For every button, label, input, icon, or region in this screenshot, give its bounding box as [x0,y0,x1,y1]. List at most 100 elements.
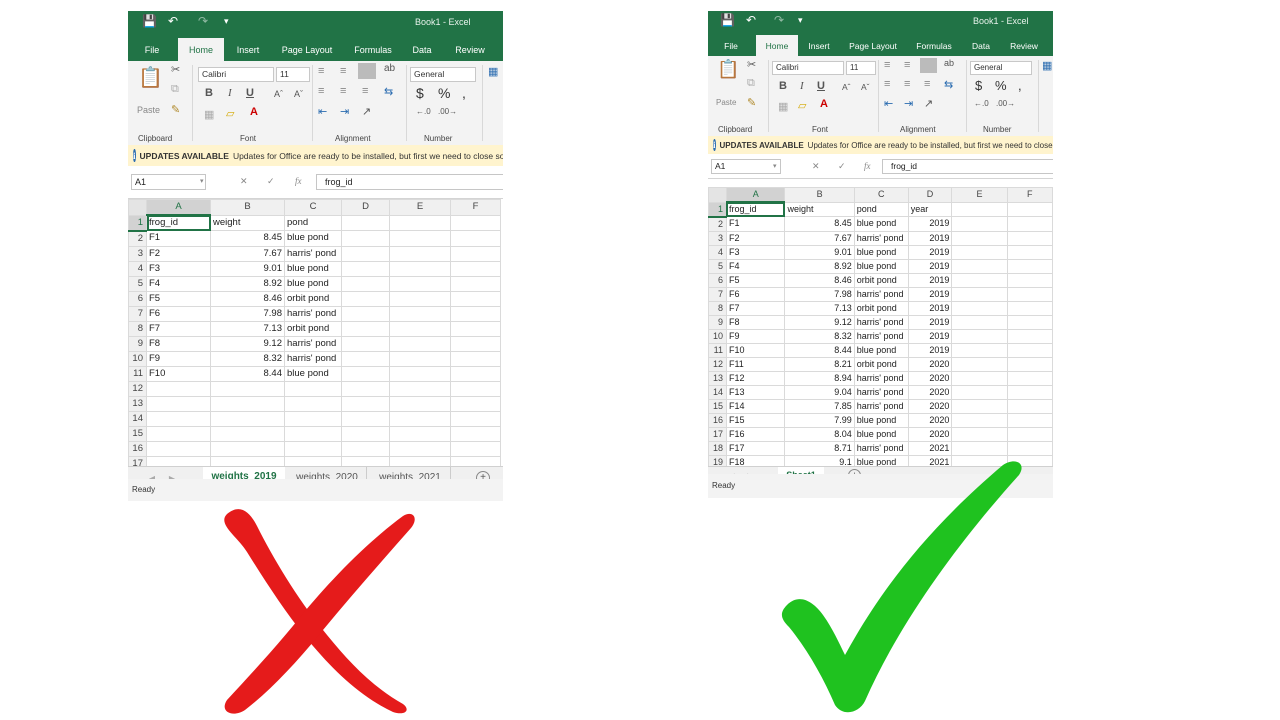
cell[interactable]: F11 [725,356,786,372]
cell[interactable] [341,290,390,307]
orientation-icon[interactable]: ↗ [924,97,933,110]
align-middle-icon[interactable]: ≡ [340,65,346,77]
cell[interactable] [389,305,451,322]
cell[interactable]: harris' pond [853,328,909,344]
cell[interactable] [389,380,451,397]
cell[interactable]: 2020 [907,384,953,400]
tab-home[interactable]: Home [756,35,798,56]
cell[interactable] [951,272,1008,288]
cell[interactable] [1006,356,1053,372]
cell[interactable] [1006,216,1053,232]
cell[interactable]: 9.04 [784,384,855,400]
undo-icon[interactable]: ↶ [168,14,178,28]
cell[interactable]: F8 [725,314,786,330]
comma-style-icon[interactable]: , [1018,78,1022,93]
cell[interactable]: 8.21 [784,356,855,372]
cell[interactable] [341,410,390,427]
cell[interactable]: blue pond [853,426,909,442]
borders-icon[interactable]: ▦ [778,100,788,113]
cell[interactable]: F9 [146,350,211,367]
cell[interactable] [389,365,451,382]
cell[interactable] [951,258,1008,274]
row-header[interactable]: 2 [128,230,147,247]
cell[interactable] [341,245,390,262]
cell[interactable] [341,335,390,352]
cell[interactable]: harris' pond [284,305,342,322]
row-header[interactable]: 9 [708,314,727,330]
row-header[interactable]: 6 [708,272,727,288]
bold-icon[interactable]: B [779,80,787,92]
comma-style-icon[interactable]: , [462,85,466,101]
cell[interactable]: F4 [146,275,211,292]
cell[interactable]: 2021 [907,440,953,456]
cell[interactable]: harris' pond [284,335,342,352]
percent-icon[interactable]: % [995,78,1007,93]
row-header[interactable]: 15 [128,425,147,442]
row-header[interactable]: 3 [128,245,147,262]
cell[interactable]: blue pond [284,275,342,292]
cell[interactable]: 2020 [907,426,953,442]
cell[interactable]: 8.45 [784,216,855,232]
redo-icon[interactable]: ↷ [198,14,208,28]
cell[interactable]: 9.12 [784,314,855,330]
cell[interactable]: 8.92 [784,258,855,274]
paste-icon[interactable]: 📋 [138,65,163,90]
cell[interactable]: harris' pond [853,370,909,386]
cell[interactable] [1006,440,1053,456]
cell[interactable]: blue pond [853,244,909,260]
align-center-icon[interactable]: ≡ [904,78,910,90]
merge-center-icon[interactable]: ⇆ [384,85,393,98]
cell[interactable]: harris' pond [853,230,909,246]
cell[interactable] [951,342,1008,358]
cell[interactable]: 8.46 [210,290,285,307]
cell[interactable] [450,395,501,412]
column-header-f[interactable]: F [450,199,501,216]
cell[interactable]: harris' pond [853,384,909,400]
align-top-icon[interactable]: ≡ [884,59,890,71]
cell[interactable] [951,286,1008,302]
row-header[interactable]: 5 [128,275,147,292]
cell[interactable] [341,230,390,247]
cell[interactable]: F8 [146,335,211,352]
cell[interactable] [450,245,501,262]
font-name-select[interactable]: Calibri [198,67,274,82]
underline-icon[interactable]: U [246,87,254,99]
currency-icon[interactable]: $ [975,78,982,93]
cell[interactable]: 8.94 [784,370,855,386]
cell[interactable]: F1 [725,216,786,232]
row-header[interactable]: 8 [128,320,147,337]
cell[interactable]: F6 [146,305,211,322]
cell[interactable]: orbit pond [853,300,909,316]
cell[interactable] [450,350,501,367]
increase-font-icon[interactable]: Aˆ [842,82,851,92]
increase-decimal-icon[interactable]: ←.0 [974,99,989,108]
cell[interactable]: orbit pond [853,356,909,372]
cell[interactable] [341,440,390,457]
cell[interactable] [951,426,1008,442]
cell[interactable] [341,320,390,337]
cell[interactable]: 2019 [907,314,953,330]
cell[interactable] [450,290,501,307]
percent-icon[interactable]: % [438,85,450,101]
align-bottom-icon[interactable] [358,63,376,79]
cell[interactable]: F9 [725,328,786,344]
tab-insert[interactable]: Insert [228,38,268,61]
cell[interactable] [951,244,1008,260]
cell[interactable]: 2019 [907,272,953,288]
cell[interactable]: orbit pond [284,320,342,337]
row-header[interactable]: 13 [708,370,727,386]
column-header-e[interactable]: E [951,187,1008,203]
column-header-a[interactable]: A [146,199,211,216]
fx-label[interactable]: fx [864,161,871,171]
cell[interactable]: 8.46 [784,272,855,288]
decrease-font-icon[interactable]: Aˇ [861,82,870,92]
cell[interactable] [146,380,211,397]
row-header[interactable]: 12 [128,380,147,397]
cell[interactable]: F14 [725,398,786,414]
cell[interactable] [341,425,390,442]
cell[interactable] [1006,342,1053,358]
cell[interactable]: F12 [725,370,786,386]
cell[interactable] [450,410,501,427]
cell[interactable]: F16 [725,426,786,442]
enter-icon[interactable]: ✓ [838,161,846,172]
